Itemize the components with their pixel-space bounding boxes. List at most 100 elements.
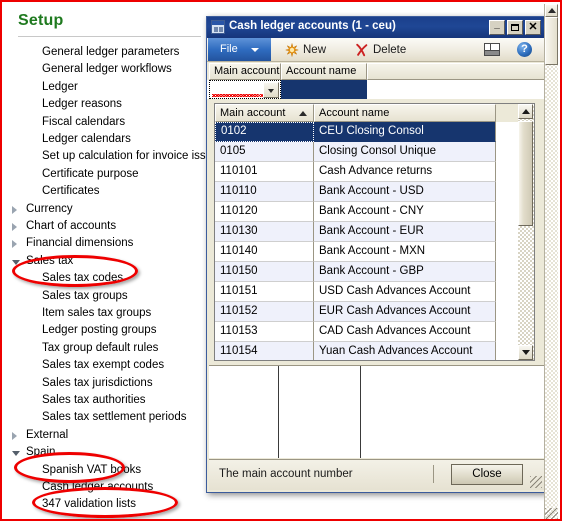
- sidebar-item-sales-tax-authorities[interactable]: Sales tax authorities: [4, 392, 209, 409]
- sidebar-item-sales-tax-settlement-periods[interactable]: Sales tax settlement periods: [4, 409, 209, 426]
- main-account-filter-input[interactable]: [209, 80, 281, 99]
- cell-account-name[interactable]: Bank Account - USD: [314, 182, 496, 202]
- sidebar-item-347-validation-lists[interactable]: 347 validation lists: [4, 496, 209, 513]
- sidebar-item-sales-tax-groups[interactable]: Sales tax groups: [4, 288, 209, 305]
- sidebar-item-label: Sales tax: [26, 254, 74, 267]
- sidebar-item-financial-dimensions[interactable]: Financial dimensions: [4, 235, 209, 252]
- scroll-down-arrow-icon[interactable]: [518, 345, 533, 360]
- cell-account-name[interactable]: Yuan Cash Advances Account: [314, 342, 496, 360]
- sidebar-item-label: Sales tax groups: [42, 289, 128, 302]
- cell-main-account[interactable]: 0102: [215, 122, 314, 142]
- sidebar-item-spanish-vat-books[interactable]: Spanish VAT books: [4, 462, 209, 479]
- sidebar-item-currency[interactable]: Currency: [4, 201, 209, 218]
- delete-x-icon: [356, 43, 368, 57]
- cell-account-name[interactable]: CAD Cash Advances Account: [314, 322, 496, 342]
- table-row[interactable]: 110151 USD Cash Advances Account: [215, 282, 496, 302]
- grid-header-row: Main account Account name: [215, 104, 518, 122]
- cell-main-account[interactable]: 110152: [215, 302, 314, 322]
- chevron-right-icon[interactable]: [12, 205, 17, 214]
- sidebar-item-sales-tax[interactable]: Sales tax: [4, 253, 209, 270]
- sidebar-item-spain[interactable]: Spain: [4, 444, 209, 461]
- chevron-down-icon[interactable]: [12, 259, 20, 265]
- sidebar-item-item-sales-tax-groups[interactable]: Item sales tax groups: [4, 305, 209, 322]
- maximize-button[interactable]: [507, 20, 523, 35]
- table-row[interactable]: 110152 EUR Cash Advances Account: [215, 302, 496, 322]
- resize-grip[interactable]: [530, 476, 542, 488]
- grid-header-main-account[interactable]: Main account: [215, 104, 314, 122]
- scroll-up-arrow-icon[interactable]: [518, 104, 533, 119]
- sidebar-item-general-ledger-parameters[interactable]: General ledger parameters: [4, 44, 209, 61]
- table-row[interactable]: 110150 Bank Account - GBP: [215, 262, 496, 282]
- page-scrollbar[interactable]: [544, 4, 558, 519]
- sidebar-item-ledger-reasons[interactable]: Ledger reasons: [4, 96, 209, 113]
- sidebar-item-sales-tax-codes[interactable]: Sales tax codes: [4, 270, 209, 287]
- filter-header-main-account[interactable]: Main account: [209, 63, 281, 80]
- cell-main-account[interactable]: 110110: [215, 182, 314, 202]
- account-name-filter-cell[interactable]: [281, 80, 367, 99]
- status-separator: [433, 465, 434, 483]
- table-row[interactable]: 110130 Bank Account - EUR: [215, 222, 496, 242]
- sidebar-item-certificates[interactable]: Certificates: [4, 183, 209, 200]
- cell-account-name[interactable]: Bank Account - MXN: [314, 242, 496, 262]
- close-button[interactable]: Close: [451, 464, 523, 485]
- minimize-button[interactable]: _: [489, 19, 505, 35]
- cell-account-name[interactable]: Closing Consol Unique: [314, 142, 496, 162]
- sidebar-item-set-up-calculation-for-invoice-issue[interactable]: Set up calculation for invoice issue: [4, 148, 212, 165]
- table-row[interactable]: 0102 CEU Closing Consol: [215, 122, 496, 142]
- help-icon[interactable]: ?: [517, 42, 532, 57]
- close-window-button[interactable]: ✕: [525, 20, 541, 35]
- table-row[interactable]: 110140 Bank Account - MXN: [215, 242, 496, 262]
- sidebar-item-ledger-calendars[interactable]: Ledger calendars: [4, 131, 209, 148]
- cell-main-account[interactable]: 110101: [215, 162, 314, 182]
- table-row[interactable]: 110153 CAD Cash Advances Account: [215, 322, 496, 342]
- file-menu-button[interactable]: File: [208, 38, 271, 61]
- chevron-down-icon[interactable]: [12, 451, 20, 457]
- cell-account-name[interactable]: EUR Cash Advances Account: [314, 302, 496, 322]
- sidebar-item-certificate-purpose[interactable]: Certificate purpose: [4, 166, 209, 183]
- page-scrollbar-thumb[interactable]: [545, 17, 558, 65]
- sidebar-item-label: Ledger posting groups: [42, 324, 157, 337]
- table-row[interactable]: 110120 Bank Account - CNY: [215, 202, 496, 222]
- sidebar-item-chart-of-accounts[interactable]: Chart of accounts: [4, 218, 209, 235]
- table-row[interactable]: 110110 Bank Account - USD: [215, 182, 496, 202]
- cell-main-account[interactable]: 110153: [215, 322, 314, 342]
- chevron-right-icon[interactable]: [12, 431, 17, 440]
- table-row[interactable]: 110101 Cash Advance returns: [215, 162, 496, 182]
- chevron-right-icon[interactable]: [12, 223, 17, 231]
- sidebar-item-label: Fiscal calendars: [42, 115, 126, 128]
- cell-account-name[interactable]: Bank Account - CNY: [314, 202, 496, 222]
- cell-account-name[interactable]: CEU Closing Consol: [314, 122, 496, 142]
- grid-header-account-name[interactable]: Account name: [314, 104, 496, 122]
- sidebar-item-ledger[interactable]: Ledger: [4, 79, 209, 96]
- scrollbar-thumb[interactable]: [518, 121, 533, 226]
- cell-main-account[interactable]: 110150: [215, 262, 314, 282]
- sidebar-item-sales-tax-jurisdictions[interactable]: Sales tax jurisdictions: [4, 375, 209, 392]
- cell-main-account[interactable]: 0105: [215, 142, 314, 162]
- cell-main-account[interactable]: 110154: [215, 342, 314, 360]
- cell-account-name[interactable]: Cash Advance returns: [314, 162, 496, 182]
- sidebar-item-general-ledger-workflows[interactable]: General ledger workflows: [4, 61, 209, 78]
- sidebar-item-ledger-posting-groups[interactable]: Ledger posting groups: [4, 322, 209, 339]
- sidebar-item-fiscal-calendars[interactable]: Fiscal calendars: [4, 114, 209, 131]
- cell-main-account[interactable]: 110130: [215, 222, 314, 242]
- table-row[interactable]: 0105 Closing Consol Unique: [215, 142, 496, 162]
- cell-account-name[interactable]: Bank Account - EUR: [314, 222, 496, 242]
- cell-main-account[interactable]: 110140: [215, 242, 314, 262]
- table-row[interactable]: 110154 Yuan Cash Advances Account: [215, 342, 496, 360]
- page-scroll-up-arrow-icon[interactable]: [545, 4, 558, 17]
- sidebar-item-sales-tax-exempt-codes[interactable]: Sales tax exempt codes: [4, 357, 209, 374]
- chevron-down-icon[interactable]: [263, 82, 279, 98]
- cell-main-account[interactable]: 110151: [215, 282, 314, 302]
- cell-account-name[interactable]: Bank Account - GBP: [314, 262, 496, 282]
- window-titlebar[interactable]: Cash ledger accounts (1 - ceu) _ ✕: [207, 17, 546, 38]
- sidebar-item-cash-ledger-accounts[interactable]: Cash ledger accounts: [4, 479, 209, 496]
- filter-header-blank[interactable]: [367, 63, 546, 80]
- cell-account-name[interactable]: USD Cash Advances Account: [314, 282, 496, 302]
- filter-header-account-name[interactable]: Account name: [281, 63, 367, 80]
- split-view-icon[interactable]: [484, 43, 500, 56]
- grid-vertical-scrollbar[interactable]: [518, 103, 535, 361]
- cell-main-account[interactable]: 110120: [215, 202, 314, 222]
- chevron-right-icon[interactable]: [12, 240, 17, 249]
- sidebar-item-tax-group-default-rules[interactable]: Tax group default rules: [4, 340, 209, 357]
- sidebar-item-external[interactable]: External: [4, 427, 209, 444]
